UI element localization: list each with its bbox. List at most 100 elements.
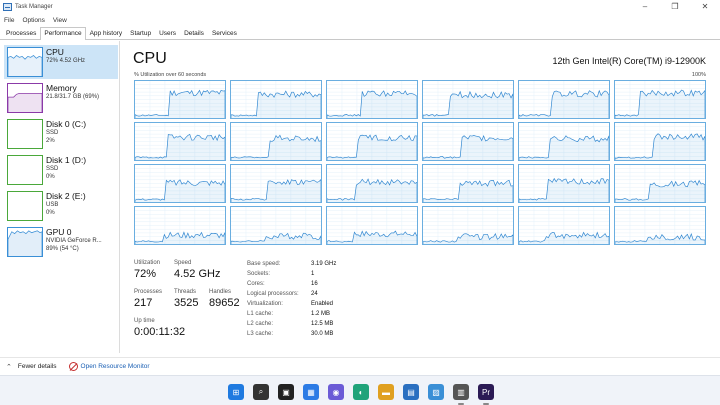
cpu-thumbnail-graph: [7, 47, 43, 77]
photos-icon[interactable]: ▥: [453, 384, 469, 400]
resource-monitor-icon: [68, 362, 78, 371]
stat-processes: Processes 217: [134, 288, 162, 310]
processes-value: 217: [134, 297, 153, 309]
spec-label: Base speed:: [247, 261, 281, 267]
spec-row-l3-cache: L3 cache: 30.0 MB: [247, 329, 336, 339]
file-explorer-icon[interactable]: ▬: [378, 384, 394, 400]
spec-label: L2 cache:: [247, 321, 274, 327]
core-graph: [326, 80, 418, 119]
core-graph: [422, 206, 514, 245]
spec-label: Cores:: [247, 281, 265, 287]
sidebar-item-gpu0[interactable]: GPU 0 NVIDIA GeForce R... 89% (54 °C): [4, 225, 118, 259]
uptime-label: Up time: [134, 318, 155, 324]
widgets-icon[interactable]: ▦: [303, 384, 319, 400]
cpu-model-name: 12th Gen Intel(R) Core(TM) i9-12900K: [552, 56, 706, 66]
sidebar-item-disk1[interactable]: Disk 1 (D:) SSD 0%: [4, 153, 118, 187]
window-title: Task Manager: [15, 4, 53, 10]
speed-value: 4.52 GHz: [174, 268, 221, 280]
tab-users[interactable]: Users: [155, 27, 180, 39]
sidebar: CPU 72% 4.52 GHz Memory 21.8/31.7 GB (69…: [0, 41, 120, 353]
tab-services[interactable]: Services: [208, 27, 241, 39]
sidebar-disk1-type: SSD: [46, 166, 59, 172]
spec-row-l2-cache: L2 cache: 12.5 MB: [247, 319, 336, 329]
fewer-details-button[interactable]: ⌃ Fewer details: [6, 363, 57, 371]
close-button[interactable]: ✕: [690, 0, 720, 14]
core-graph: [134, 164, 226, 203]
sidebar-disk0-title: Disk 0 (C:): [46, 119, 87, 129]
spec-row-base-speed: Base speed: 3.19 GHz: [247, 259, 336, 269]
page-title: CPU: [133, 50, 167, 67]
menu-options[interactable]: Options: [18, 17, 48, 24]
spec-label: L1 cache:: [247, 311, 274, 317]
sidebar-disk2-title: Disk 2 (E:): [46, 191, 86, 201]
sidebar-memory-title: Memory: [46, 83, 77, 93]
gpu0-thumbnail-graph: [7, 227, 43, 257]
graph-max-label: 100%: [691, 72, 706, 78]
sidebar-item-memory[interactable]: Memory 21.8/31.7 GB (69%): [4, 81, 118, 115]
sidebar-gpu0-title: GPU 0: [46, 227, 72, 237]
menu-bar: File Options View: [0, 14, 71, 26]
windows-start-icon[interactable]: ⊞: [228, 384, 244, 400]
spec-value: 1: [311, 271, 315, 277]
spec-label: Virtualization:: [247, 301, 283, 307]
task-manager-app-icon: [3, 3, 12, 11]
minimize-button[interactable]: –: [630, 0, 660, 14]
core-graph: [422, 80, 514, 119]
tab-details[interactable]: Details: [180, 27, 208, 39]
core-graph: [230, 206, 322, 245]
tab-startup[interactable]: Startup: [126, 27, 155, 39]
open-resource-monitor-label: Open Resource Monitor: [80, 363, 150, 370]
tab-bar: Processes Performance App history Startu…: [0, 27, 720, 40]
core-graph: [614, 122, 706, 161]
sidebar-item-disk2[interactable]: Disk 2 (E:) USB 0%: [4, 189, 118, 223]
core-graph: [614, 206, 706, 245]
processes-label: Processes: [134, 289, 163, 295]
menu-view[interactable]: View: [49, 17, 71, 24]
spec-row-virtualization: Virtualization: Enabled: [247, 299, 336, 309]
sidebar-disk0-usage: 2%: [46, 138, 55, 144]
core-graph: [134, 206, 226, 245]
core-graph: [134, 80, 226, 119]
spec-row-cores: Cores: 16: [247, 279, 336, 289]
sidebar-disk0-type: SSD: [46, 130, 59, 136]
handles-value: 89652: [209, 297, 240, 309]
sidebar-disk1-usage: 0%: [46, 174, 55, 180]
task-manager-icon[interactable]: ▨: [428, 384, 444, 400]
spec-value: 12.5 MB: [311, 321, 334, 327]
core-graph: [614, 80, 706, 119]
premiere-icon[interactable]: Pr: [478, 384, 494, 400]
footer: ⌃ Fewer details Open Resource Monitor: [0, 357, 720, 375]
stat-utilization: Utilization 72%: [134, 259, 160, 281]
spec-value: 16: [311, 281, 318, 287]
logical-processor-graphs: [134, 80, 706, 245]
sidebar-cpu-sub: 72% 4.52 GHz: [46, 58, 86, 64]
store-icon[interactable]: ▤: [403, 384, 419, 400]
tab-performance[interactable]: Performance: [40, 27, 86, 40]
spec-label: Logical processors:: [247, 291, 299, 297]
chat-icon[interactable]: ◉: [328, 384, 344, 400]
spec-value: 1.2 MB: [311, 311, 331, 317]
speed-label: Speed: [174, 260, 192, 266]
utilization-value: 72%: [134, 268, 157, 280]
tab-processes[interactable]: Processes: [2, 27, 40, 39]
stat-handles: Handles 89652: [209, 288, 240, 310]
spec-value: 30.0 MB: [311, 331, 334, 337]
search-icon[interactable]: ⌕: [253, 384, 269, 400]
spec-row-l1-cache: L1 cache: 1.2 MB: [247, 309, 336, 319]
disk2-thumbnail-graph: [7, 191, 43, 221]
core-graph: [422, 122, 514, 161]
task-view-icon[interactable]: ▣: [278, 384, 294, 400]
spec-value: 3.19 GHz: [311, 261, 337, 267]
edge-icon[interactable]: ◐: [353, 384, 369, 400]
sidebar-item-cpu[interactable]: CPU 72% 4.52 GHz: [4, 45, 118, 79]
sidebar-item-disk0[interactable]: Disk 0 (C:) SSD 2%: [4, 117, 118, 151]
maximize-button[interactable]: ❐: [660, 0, 690, 14]
open-resource-monitor-link[interactable]: Open Resource Monitor: [68, 362, 150, 371]
menu-file[interactable]: File: [0, 17, 18, 24]
core-graph: [230, 80, 322, 119]
stat-uptime: Up time 0:00:11:32: [134, 317, 185, 339]
graph-caption: % Utilization over 60 seconds: [134, 72, 207, 78]
core-graph: [230, 122, 322, 161]
disk0-thumbnail-graph: [7, 119, 43, 149]
tab-app-history[interactable]: App history: [86, 27, 127, 39]
